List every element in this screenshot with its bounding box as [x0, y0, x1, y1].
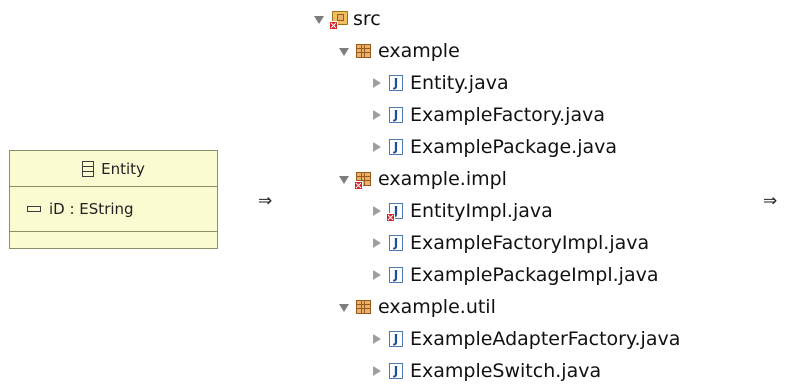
attribute-icon — [27, 206, 41, 212]
tree-item-label: EntityImpl.java — [410, 200, 553, 222]
java-file-icon: J — [387, 330, 405, 348]
tree-item-label: example.impl — [378, 168, 507, 190]
expand-twisty-icon[interactable] — [338, 301, 350, 313]
expand-twisty-icon[interactable] — [338, 45, 350, 57]
java-file-icon: J — [387, 74, 405, 92]
tree-item-package[interactable]: example.impl — [338, 165, 507, 193]
tree-item-java-file[interactable]: J ExamplePackage.java — [370, 133, 617, 161]
package-icon — [354, 170, 373, 190]
java-file-icon: J — [387, 106, 405, 124]
expand-twisty-icon[interactable] — [338, 173, 350, 185]
tree-item-label: ExampleFactoryImpl.java — [410, 232, 650, 254]
package-icon — [355, 298, 373, 316]
error-badge-icon — [329, 21, 338, 30]
uml-class-box[interactable]: Entity iD : EString — [9, 150, 218, 249]
tree-item-label: example.util — [378, 296, 496, 318]
uml-class-name: Entity — [101, 159, 145, 178]
tree-item-label: ExampleFactory.java — [410, 104, 605, 126]
tree-item-java-file[interactable]: J ExampleAdapterFactory.java — [370, 325, 680, 353]
tree-item-package[interactable]: example — [338, 37, 460, 65]
tree-item-label: ExamplePackageImpl.java — [410, 264, 659, 286]
tree-item-java-file[interactable]: J ExampleFactoryImpl.java — [370, 229, 649, 257]
java-file-icon: J — [387, 362, 405, 380]
tree-item-label: ExampleSwitch.java — [410, 360, 602, 382]
collapsed-twisty-icon[interactable] — [370, 77, 382, 89]
tree-item-java-file[interactable]: J ExamplePackageImpl.java — [370, 261, 658, 289]
java-file-icon: J — [386, 202, 405, 222]
expand-twisty-icon[interactable] — [313, 13, 325, 25]
uml-class-header: Entity — [10, 151, 217, 187]
error-badge-icon — [354, 181, 363, 190]
package-icon — [355, 42, 373, 60]
tree-item-java-file[interactable]: J ExampleFactory.java — [370, 101, 605, 129]
tree-item-package[interactable]: example.util — [338, 293, 496, 321]
tree-item-java-file[interactable]: J ExampleSwitch.java — [370, 357, 601, 385]
tree-item-label: example — [378, 40, 460, 62]
class-icon — [82, 160, 95, 177]
tree-item-label: Entity.java — [410, 72, 509, 94]
collapsed-twisty-icon[interactable] — [370, 237, 382, 249]
transform-arrow-left: ⇒ — [258, 191, 273, 211]
collapsed-twisty-icon[interactable] — [370, 333, 382, 345]
tree-item-java-file[interactable]: J Entity.java — [370, 69, 509, 97]
collapsed-twisty-icon[interactable] — [370, 141, 382, 153]
transform-arrow-right: ⇒ — [763, 191, 778, 211]
uml-attribute-label: iD : EString — [49, 200, 134, 218]
java-file-icon: J — [387, 138, 405, 156]
java-file-icon: J — [387, 234, 405, 252]
java-file-icon: J — [387, 266, 405, 284]
collapsed-twisty-icon[interactable] — [370, 269, 382, 281]
tree-item-label: ExamplePackage.java — [410, 136, 618, 158]
collapsed-twisty-icon[interactable] — [370, 365, 382, 377]
source-folder-icon — [329, 10, 348, 30]
error-badge-icon — [386, 213, 395, 222]
tree-item-java-file[interactable]: J EntityImpl.java — [370, 197, 553, 225]
tree-item-label: src — [353, 8, 381, 30]
tree-item-label: ExampleAdapterFactory.java — [410, 328, 681, 350]
uml-attribute-row[interactable]: iD : EString — [10, 187, 217, 232]
collapsed-twisty-icon[interactable] — [370, 109, 382, 121]
collapsed-twisty-icon[interactable] — [370, 205, 382, 217]
tree-item-src[interactable]: src — [313, 5, 381, 33]
